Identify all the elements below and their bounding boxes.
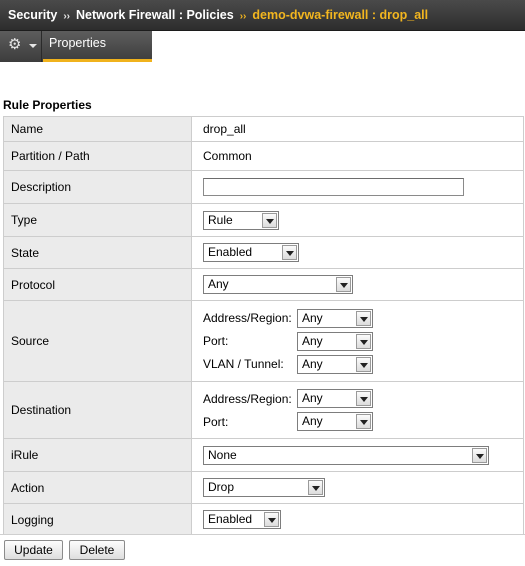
chevron-down-icon — [336, 277, 351, 292]
source-vlan-label: VLAN / Tunnel: — [203, 357, 284, 371]
table-row: iRule None — [3, 438, 524, 472]
source-address-row: Address/Region: Any — [203, 307, 523, 330]
chevron-down-icon — [356, 391, 371, 406]
state-label: State — [3, 236, 192, 269]
destination-address-select[interactable]: Any — [297, 389, 373, 408]
destination-port-value: Any — [302, 414, 323, 428]
source-vlan-row: VLAN / Tunnel: Any — [203, 353, 523, 376]
chevron-down-icon — [472, 447, 487, 463]
settings-menu-button[interactable]: ⚙ — [0, 31, 42, 62]
source-port-select[interactable]: Any — [297, 331, 373, 351]
description-field[interactable] — [203, 178, 464, 196]
table-row: Partition / Path Common — [3, 141, 524, 171]
name-value: drop_all — [191, 116, 524, 142]
tab-bar: ⚙ Properties — [0, 31, 152, 62]
description-label: Description — [3, 170, 192, 204]
state-select-value: Enabled — [208, 245, 253, 259]
partition-value: Common — [191, 141, 524, 171]
destination-port-row: Port: Any — [203, 410, 523, 433]
source-label: Source — [3, 300, 192, 382]
table-row: Description — [3, 170, 524, 204]
gear-icon: ⚙ — [8, 36, 22, 53]
protocol-label: Protocol — [3, 268, 192, 301]
rule-properties-table: Name drop_all Partition / Path Common De… — [3, 116, 524, 536]
destination-address-label: Address/Region: — [203, 391, 292, 406]
destination-port-select[interactable]: Any — [297, 412, 373, 431]
type-select-value: Rule — [208, 212, 233, 227]
chevron-down-icon — [29, 44, 37, 48]
irule-select-value: None — [208, 447, 237, 462]
chevron-down-icon — [264, 512, 279, 527]
delete-button[interactable]: Delete — [69, 540, 125, 560]
table-row: Logging Enabled — [3, 503, 524, 536]
table-row: Protocol Any — [3, 268, 524, 301]
chevron-down-icon — [262, 212, 277, 228]
source-address-select[interactable]: Any — [297, 308, 373, 328]
chevron-down-icon — [282, 245, 297, 260]
chevron-down-icon — [356, 310, 371, 326]
source-address-value: Any — [302, 310, 323, 325]
name-label: Name — [3, 116, 192, 142]
action-label: Action — [3, 471, 192, 504]
action-select-value: Drop — [208, 480, 235, 494]
source-port-row: Port: Any — [203, 330, 523, 353]
breadcrumb-section[interactable]: Network Firewall : Policies — [76, 8, 234, 22]
destination-port-label: Port: — [203, 414, 229, 429]
type-select[interactable]: Rule — [203, 210, 279, 230]
table-row: Name drop_all — [3, 116, 524, 142]
source-vlan-select[interactable]: Any — [297, 354, 373, 374]
destination-label: Destination — [3, 381, 192, 439]
logging-select[interactable]: Enabled — [203, 510, 281, 529]
destination-address-row: Address/Region: Any — [203, 387, 523, 410]
table-row: State Enabled — [3, 236, 524, 269]
breadcrumb-separator: ›› — [239, 11, 247, 22]
type-label: Type — [3, 203, 192, 237]
button-bar: Update Delete — [0, 534, 525, 566]
irule-select[interactable]: None — [203, 445, 489, 465]
logging-label: Logging — [3, 503, 192, 536]
breadcrumb: Security ›› Network Firewall : Policies ›› d… — [0, 0, 525, 31]
chevron-down-icon — [356, 414, 371, 429]
protocol-select-value: Any — [208, 277, 229, 291]
update-button[interactable]: Update — [4, 540, 63, 560]
logging-select-value: Enabled — [208, 512, 253, 526]
state-select[interactable]: Enabled — [203, 243, 299, 262]
irule-label: iRule — [3, 438, 192, 472]
chevron-down-icon — [356, 333, 371, 349]
tab-properties[interactable]: Properties — [43, 31, 152, 62]
table-row: Destination Address/Region: Any Port: An… — [3, 381, 524, 439]
breadcrumb-separator: ›› — [63, 11, 71, 22]
chevron-down-icon — [356, 356, 371, 372]
action-select[interactable]: Drop — [203, 478, 325, 497]
breadcrumb-current: demo-dvwa-firewall : drop_all — [252, 8, 429, 22]
table-row: Source Address/Region: Any Port: Any VLA… — [3, 300, 524, 382]
section-title: Rule Properties — [3, 98, 92, 112]
protocol-select[interactable]: Any — [203, 275, 353, 294]
source-port-value: Any — [302, 333, 323, 348]
destination-address-value: Any — [302, 391, 323, 405]
table-row: Action Drop — [3, 471, 524, 504]
partition-label: Partition / Path — [3, 141, 192, 171]
chevron-down-icon — [308, 480, 323, 495]
breadcrumb-root[interactable]: Security — [8, 8, 57, 22]
table-row: Type Rule — [3, 203, 524, 237]
source-vlan-value: Any — [302, 356, 323, 371]
source-address-label: Address/Region: — [203, 311, 292, 325]
source-port-label: Port: — [203, 334, 229, 348]
